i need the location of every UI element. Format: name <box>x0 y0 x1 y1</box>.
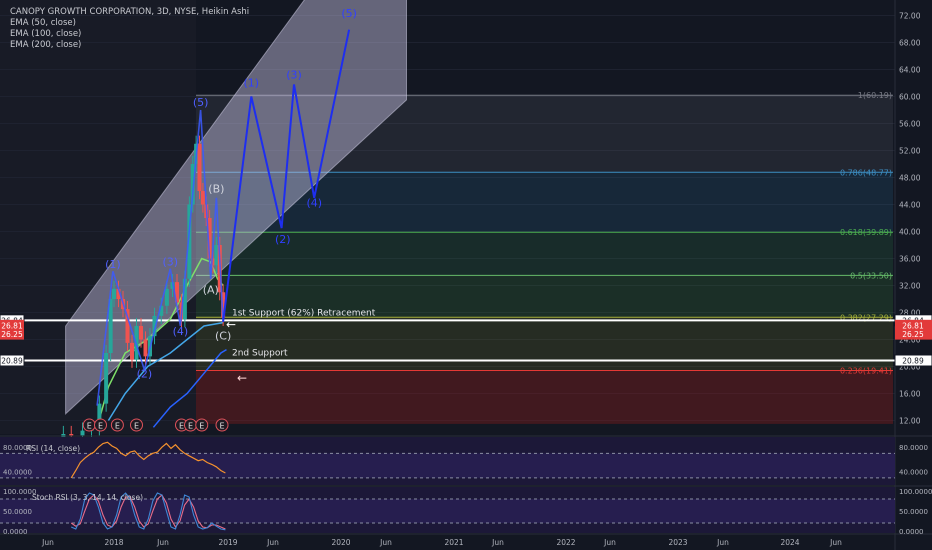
fib-level-label: 0.786(48.77) <box>840 168 892 177</box>
earnings-marker-label: E <box>134 422 139 431</box>
fib-zone <box>196 232 893 276</box>
earnings-marker-label: E <box>98 422 103 431</box>
symbol-title: CANOPY GROWTH CORPORATION, 3D, NYSE, Hei… <box>10 7 250 17</box>
time-tick-label: Jun <box>379 538 392 547</box>
price-marker-label: 20.89 <box>1 356 23 365</box>
ema200-legend: EMA (200, close) <box>10 40 82 50</box>
wave-label-projection: (5) <box>341 7 357 20</box>
price-tick-label: 56.00 <box>899 120 921 129</box>
time-tick-label: Jun <box>41 538 54 547</box>
price-tick-label: 52.00 <box>899 147 921 156</box>
stoch-tick-label: 50.0000 <box>899 508 928 516</box>
earnings-marker-label: E <box>199 422 204 431</box>
time-tick-label: Jun <box>603 538 616 547</box>
time-tick-label: 2019 <box>218 538 237 547</box>
price-tick-label: 64.00 <box>899 66 921 75</box>
time-tick-label: 2020 <box>331 538 350 547</box>
candle-body <box>130 342 134 360</box>
earnings-marker-label: E <box>219 422 224 431</box>
support-label: 1st Support (62%) Retracement <box>232 308 376 318</box>
stoch-tick-label-left: 50.0000 <box>3 508 32 516</box>
price-marker-label: 20.89 <box>902 356 924 365</box>
candle-body <box>80 430 85 436</box>
candle-body <box>104 353 109 404</box>
price-tick-label: 36.00 <box>899 255 921 264</box>
price-tick-label: 32.00 <box>899 282 921 291</box>
price-tick-label: 48.00 <box>899 174 921 183</box>
support-label: 2nd Support <box>232 348 288 358</box>
time-tick-label: 2018 <box>104 538 123 547</box>
time-tick-label: Jun <box>716 538 729 547</box>
price-marker-label: 26.25 <box>902 330 924 339</box>
stoch-band <box>0 499 895 523</box>
earnings-marker-label: E <box>188 422 193 431</box>
wave-label: (2) <box>137 367 153 380</box>
wave-label-projection: (4) <box>306 197 322 210</box>
time-tick-label: 2023 <box>668 538 687 547</box>
ema50-legend: EMA (50, close) <box>10 18 76 28</box>
time-tick-label: 2022 <box>556 538 575 547</box>
candle-body <box>197 143 202 191</box>
candle-body <box>200 191 205 205</box>
support-arrow-icon: ← <box>237 371 247 385</box>
fib-level-label: 0.5(33.50) <box>850 271 892 280</box>
price-tick-label: 12.00 <box>899 417 921 426</box>
time-tick-label: 2021 <box>444 538 463 547</box>
time-tick-label: Jun <box>266 538 279 547</box>
wave-label: (A) <box>203 284 219 297</box>
fib-zone <box>196 317 893 371</box>
candle-body <box>139 326 143 340</box>
rsi-band <box>0 453 895 478</box>
earnings-marker-label: E <box>179 422 184 431</box>
price-tick-label: 44.00 <box>899 201 921 210</box>
candle-body <box>143 339 148 357</box>
wave-label: (1) <box>105 258 121 271</box>
price-tick-label: 16.00 <box>899 390 921 399</box>
wave-label-projection: (2) <box>275 233 291 246</box>
candle-body <box>69 434 74 436</box>
fib-level-label: 0.236(19.41) <box>840 366 892 375</box>
candle-body <box>112 288 116 299</box>
wave-label: (C) <box>215 330 231 343</box>
stoch-tick-label-left: 0.0000 <box>3 528 28 536</box>
time-tick-label: Jun <box>156 538 169 547</box>
stoch-tick-label: 100.0000 <box>899 488 932 496</box>
wave-label-projection: (1) <box>243 76 259 89</box>
price-marker-label: 26.25 <box>1 330 23 339</box>
rsi-tick-label-left: 80.0000 <box>3 444 32 452</box>
chart-legend: CANOPY GROWTH CORPORATION, 3D, NYSE, Hei… <box>10 7 249 51</box>
ema100-legend: EMA (100, close) <box>10 29 82 39</box>
candle-body <box>164 288 169 306</box>
wave-label: (3) <box>162 255 178 268</box>
wave-label: (4) <box>173 325 189 338</box>
fib-level-label: 1(60.19) <box>858 91 892 100</box>
stoch-tick-label: 0.0000 <box>899 528 924 536</box>
wave-label: (5) <box>193 96 209 109</box>
earnings-marker-label: E <box>87 422 92 431</box>
price-tick-label: 68.00 <box>899 39 921 48</box>
price-chart[interactable]: 1(60.19) 0.786(48.77) 0.618(39.89) 0.5(33.5… <box>0 0 932 550</box>
stoch-tick-label-left: 100.0000 <box>3 488 36 496</box>
time-tick-label: Jun <box>491 538 504 547</box>
price-tick-label: 72.00 <box>899 12 921 21</box>
wave-label: (B) <box>208 182 224 195</box>
rsi-tick-label: 40.0000 <box>899 469 928 477</box>
rsi-tick-label: 80.0000 <box>899 444 928 452</box>
rsi-title: RSI (14, close) <box>26 444 80 453</box>
rsi-tick-label-left: 40.0000 <box>3 469 32 477</box>
price-tick-label: 60.00 <box>899 93 921 102</box>
fib-zone-bottom <box>196 370 893 424</box>
stoch-title: Stoch RSI (3, 3, 14, 14, close) <box>32 493 143 502</box>
time-tick-label: 2024 <box>780 538 799 547</box>
time-tick-label: Jun <box>829 538 842 547</box>
wave-label-projection: (3) <box>286 68 302 81</box>
price-tick-label: 40.00 <box>899 228 921 237</box>
fib-level-label: 0.618(39.89) <box>840 228 892 237</box>
earnings-marker-label: E <box>115 422 120 431</box>
